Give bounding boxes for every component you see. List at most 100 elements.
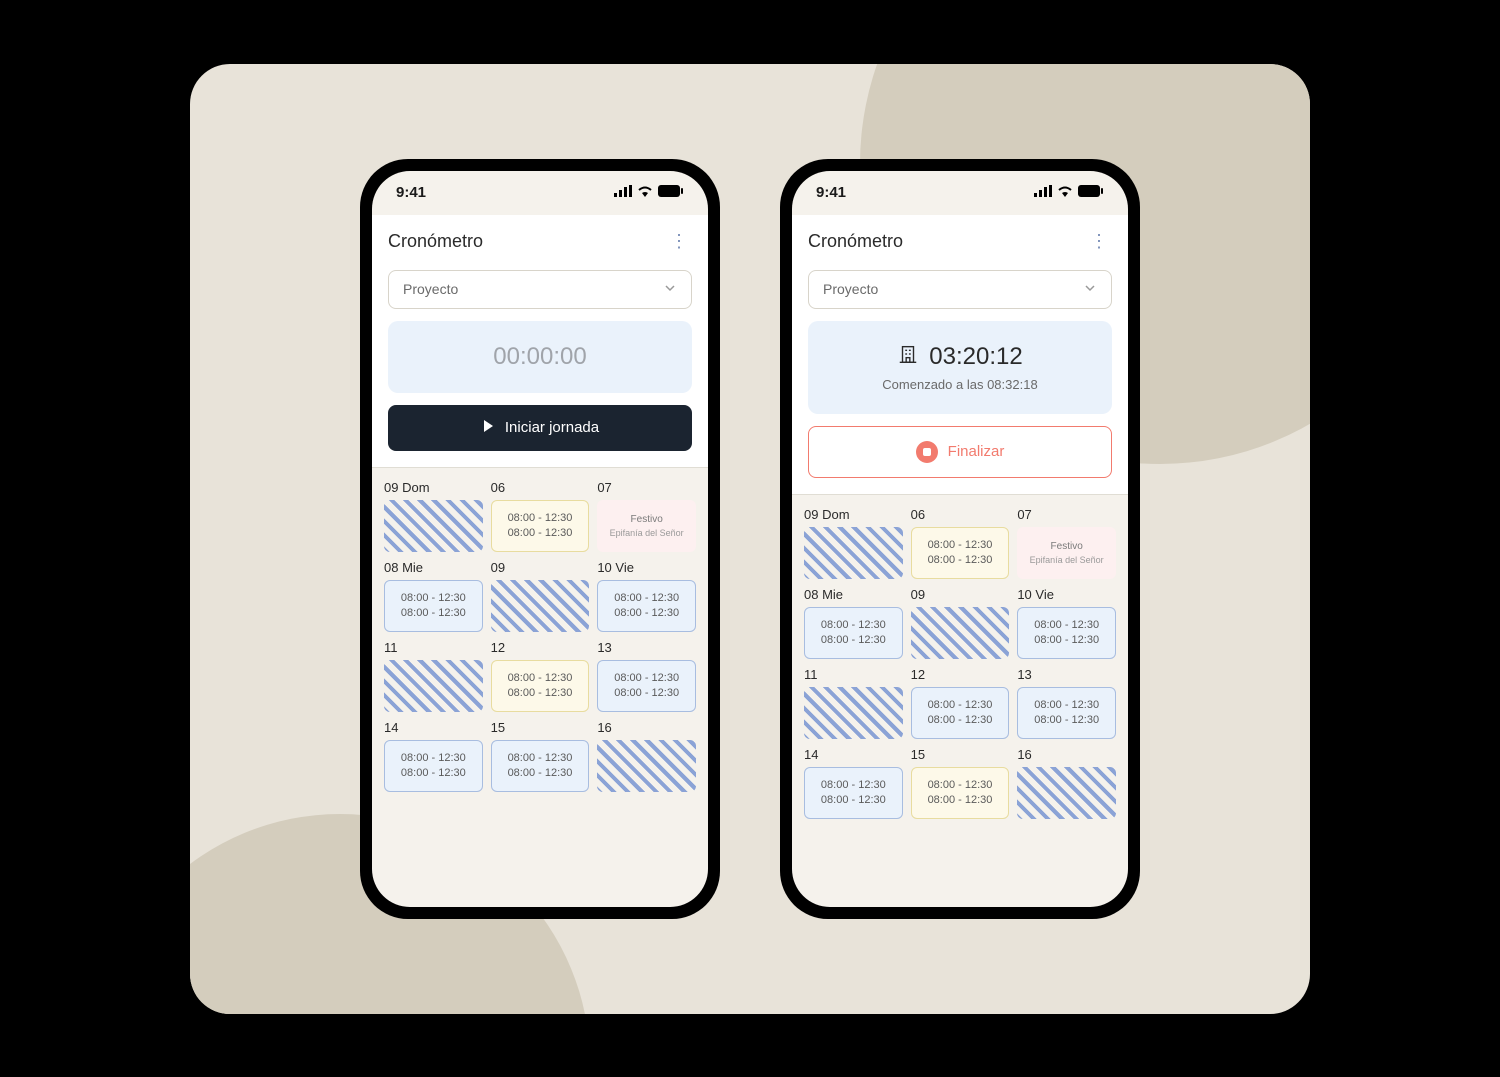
calendar-grid: 09 Dom 06 08:00 - 12:3008:00 - 12:30 07 Fest… (372, 468, 708, 907)
phone-frame-right: 9:41Cronómetro⋮Proyecto03:20:12Comenzado… (780, 159, 1140, 919)
phone-screen: 9:41 Cronómetro ⋮ Proyecto 00:00:00 Iniciar j… (372, 171, 708, 907)
day-entry: 08:00 - 12:3008:00 - 12:30 (911, 527, 1010, 579)
button-label: Iniciar jornada (505, 419, 599, 436)
day-unavailable (384, 660, 483, 712)
day-entry: 08:00 - 12:3008:00 - 12:30 (911, 687, 1010, 739)
chevron-down-icon (1083, 281, 1097, 298)
day-label: 15 (491, 720, 590, 735)
timer-panel: Cronómetro⋮Proyecto03:20:12Comenzado a l… (792, 215, 1128, 495)
stop-button[interactable]: Finalizar (808, 426, 1112, 478)
day-unavailable (911, 607, 1010, 659)
dropdown-label: Proyecto (403, 281, 458, 297)
phone-frame-left: 9:41 Cronómetro ⋮ Proyecto 00:00:00 Iniciar j… (360, 159, 720, 919)
calendar-day[interactable]: 09 Dom (384, 480, 483, 552)
calendar-day[interactable]: 06 08:00 - 12:3008:00 - 12:30 (911, 507, 1010, 579)
wifi-icon (637, 184, 653, 201)
calendar-day[interactable]: 15 08:00 - 12:3008:00 - 12:30 (911, 747, 1010, 819)
more-options-button[interactable]: ⋮ (666, 227, 692, 256)
day-label: 09 Dom (804, 507, 903, 522)
stop-icon (916, 441, 938, 463)
status-icons (1034, 184, 1104, 201)
start-button[interactable]: Iniciar jornada (388, 405, 692, 451)
day-label: 12 (491, 640, 590, 655)
day-entry: 08:00 - 12:3008:00 - 12:30 (491, 740, 590, 792)
play-icon (481, 419, 495, 437)
calendar-day[interactable]: 11 (384, 640, 483, 712)
day-unavailable (1017, 767, 1116, 819)
day-label: 13 (597, 640, 696, 655)
status-time: 9:41 (816, 184, 846, 201)
day-label: 06 (911, 507, 1010, 522)
day-label: 10 Vie (597, 560, 696, 575)
calendar-day[interactable]: 16 (1017, 747, 1116, 819)
dropdown-label: Proyecto (823, 281, 878, 297)
day-label: 07 (597, 480, 696, 495)
timer-display: 03:20:12 Comenzado a las 08:32:18 (808, 321, 1112, 414)
day-label: 10 Vie (1017, 587, 1116, 602)
project-dropdown[interactable]: Proyecto (808, 270, 1112, 309)
calendar-day[interactable]: 1408:00 - 12:3008:00 - 12:30 (384, 720, 483, 792)
calendar-day[interactable]: 10 Vie 08:00 - 12:3008:00 - 12:30 (597, 560, 696, 632)
status-bar: 9:41 (372, 171, 708, 215)
timer-value: 03:20:12 (929, 343, 1022, 371)
day-entry: FestivoEpifanía del Señor (1017, 527, 1116, 579)
calendar-day[interactable]: 1208:00 - 12:3008:00 - 12:30 (911, 667, 1010, 739)
calendar-day[interactable]: 15 08:00 - 12:3008:00 - 12:30 (491, 720, 590, 792)
calendar-day[interactable]: 14 08:00 - 12:3008:00 - 12:30 (804, 747, 903, 819)
phone-screen: 9:41Cronómetro⋮Proyecto03:20:12Comenzado… (792, 171, 1128, 907)
day-label: 08 Mie (804, 587, 903, 602)
day-entry: 08:00 - 12:3008:00 - 12:30 (911, 767, 1010, 819)
timer-subtext: Comenzado a las 08:32:18 (824, 377, 1096, 392)
day-label: 13 (1017, 667, 1116, 682)
day-label: 14 (804, 747, 903, 762)
mockup-stage: 9:41 Cronómetro ⋮ Proyecto 00:00:00 Iniciar j… (190, 64, 1310, 1014)
day-entry: 08:00 - 12:3008:00 - 12:30 (597, 580, 696, 632)
calendar-day[interactable]: 16 (597, 720, 696, 792)
day-entry: 08:00 - 12:3008:00 - 12:30 (804, 767, 903, 819)
signal-icon (614, 184, 632, 201)
calendar-day[interactable]: 1308:00 - 12:3008:00 - 12:30 (1017, 667, 1116, 739)
day-label: 11 (384, 640, 483, 655)
day-label: 16 (1017, 747, 1116, 762)
day-unavailable (804, 527, 903, 579)
calendar-day[interactable]: 08 Mie 08:00 - 12:3008:00 - 12:30 (804, 587, 903, 659)
day-entry: FestivoEpifanía del Señor (597, 500, 696, 552)
day-unavailable (804, 687, 903, 739)
day-entry: 08:00 - 12:3008:00 - 12:30 (491, 660, 590, 712)
calendar-day[interactable]: 07 FestivoEpifanía del Señor (597, 480, 696, 552)
calendar-day[interactable]: 12 08:00 - 12:3008:00 - 12:30 (491, 640, 590, 712)
calendar-day[interactable]: 09 (911, 587, 1010, 659)
day-entry: 08:00 - 12:3008:00 - 12:30 (804, 607, 903, 659)
timer-value: 00:00:00 (493, 343, 586, 371)
page-title: Cronómetro (388, 231, 483, 252)
day-label: 08 Mie (384, 560, 483, 575)
calendar-day[interactable]: 11 (804, 667, 903, 739)
day-label: 07 (1017, 507, 1116, 522)
day-entry: 08:00 - 12:3008:00 - 12:30 (491, 500, 590, 552)
status-time: 9:41 (396, 184, 426, 201)
calendar-day[interactable]: 10 Vie 08:00 - 12:3008:00 - 12:30 (1017, 587, 1116, 659)
chevron-down-icon (663, 281, 677, 298)
calendar-day[interactable]: 08 Mie08:00 - 12:3008:00 - 12:30 (384, 560, 483, 632)
calendar-day[interactable]: 06 08:00 - 12:3008:00 - 12:30 (491, 480, 590, 552)
day-label: 06 (491, 480, 590, 495)
day-unavailable (491, 580, 590, 632)
timer-panel: Cronómetro ⋮ Proyecto 00:00:00 Iniciar jorna… (372, 215, 708, 468)
day-unavailable (384, 500, 483, 552)
calendar-day[interactable]: 07 FestivoEpifanía del Señor (1017, 507, 1116, 579)
day-label: 15 (911, 747, 1010, 762)
day-label: 09 (491, 560, 590, 575)
day-label: 09 (911, 587, 1010, 602)
calendar-day[interactable]: 09 Dom (804, 507, 903, 579)
signal-icon (1034, 184, 1052, 201)
more-options-button[interactable]: ⋮ (1086, 227, 1112, 256)
project-dropdown[interactable]: Proyecto (388, 270, 692, 309)
wifi-icon (1057, 184, 1073, 201)
building-icon (897, 343, 919, 370)
day-unavailable (597, 740, 696, 792)
day-label: 14 (384, 720, 483, 735)
day-entry: 08:00 - 12:3008:00 - 12:30 (1017, 607, 1116, 659)
timer-display: 00:00:00 (388, 321, 692, 393)
calendar-day[interactable]: 1308:00 - 12:3008:00 - 12:30 (597, 640, 696, 712)
calendar-day[interactable]: 09 (491, 560, 590, 632)
